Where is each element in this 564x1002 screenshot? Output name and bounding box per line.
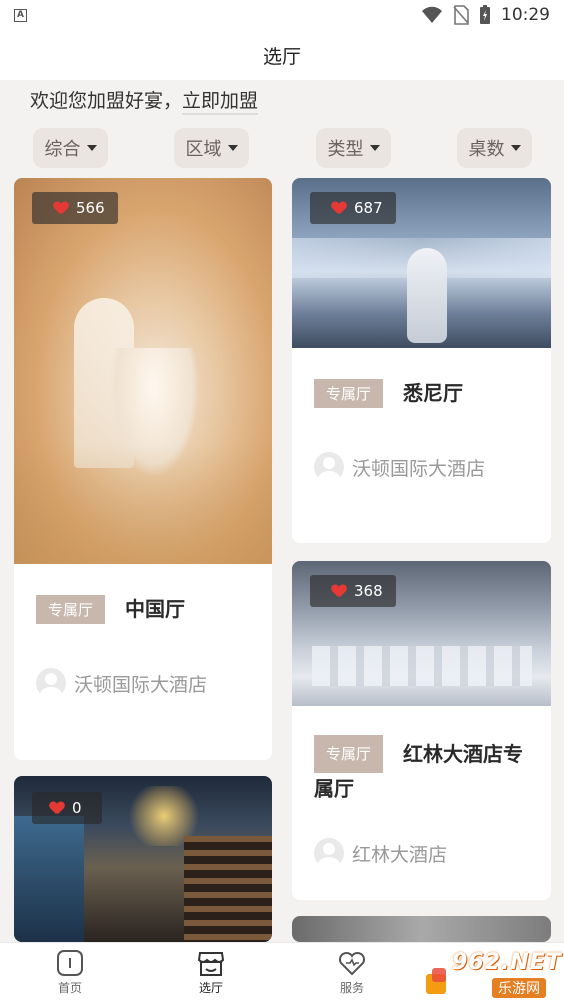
filter-label: 类型 bbox=[327, 139, 364, 160]
status-bar: A 10:29 bbox=[0, 0, 564, 30]
avatar-icon bbox=[36, 668, 66, 698]
welcome-banner: 欢迎您加盟好宴，立即加盟 bbox=[30, 86, 259, 115]
photo-decor bbox=[312, 646, 532, 686]
hotel-row[interactable]: 沃顿国际大酒店 bbox=[314, 452, 485, 482]
venue-icon bbox=[197, 952, 225, 976]
hotel-name: 沃顿国际大酒店 bbox=[74, 673, 208, 696]
hotel-name: 沃顿国际大酒店 bbox=[352, 457, 486, 480]
heart-icon bbox=[332, 585, 346, 598]
hotel-name: 红林大酒店 bbox=[352, 843, 448, 866]
filter-label: 综合 bbox=[44, 139, 81, 160]
like-count: 0 bbox=[72, 799, 82, 817]
heart-icon bbox=[50, 802, 64, 815]
clock: 10:29 bbox=[501, 5, 550, 25]
dropdown-arrow-icon bbox=[510, 145, 521, 151]
no-sim-icon bbox=[453, 5, 469, 25]
home-icon bbox=[57, 950, 83, 976]
hall-card[interactable]: 687 专属厅 悉尼厅 沃顿国际大酒店 bbox=[292, 178, 551, 543]
page-title: 选厅 bbox=[262, 45, 301, 68]
photo-figure bbox=[407, 248, 447, 343]
filter-bar: 综合 区域 类型 桌数 bbox=[0, 128, 564, 168]
hall-card[interactable]: 0 bbox=[14, 776, 272, 942]
tab-home[interactable]: 首页 bbox=[25, 949, 115, 996]
title-bar: 选厅 bbox=[0, 30, 564, 80]
tab-label: 首页 bbox=[57, 981, 82, 995]
hall-info: 专属厅 红林大酒店专属厅 bbox=[314, 735, 533, 804]
hotel-row[interactable]: 红林大酒店 bbox=[314, 838, 447, 868]
tab-hall[interactable]: 选厅 bbox=[166, 949, 256, 996]
dropdown-arrow-icon bbox=[86, 145, 97, 151]
exclusive-tag: 专属厅 bbox=[36, 594, 106, 624]
exclusive-tag: 专属厅 bbox=[314, 378, 384, 408]
filter-comprehensive[interactable]: 综合 bbox=[33, 128, 108, 168]
hall-name: 中国厅 bbox=[125, 597, 186, 621]
photo-window bbox=[14, 816, 84, 942]
filter-tables[interactable]: 桌数 bbox=[457, 128, 532, 168]
avatar-icon bbox=[314, 838, 344, 868]
notification-a-icon: A bbox=[14, 8, 27, 22]
filter-type[interactable]: 类型 bbox=[316, 128, 391, 168]
site-watermark: 962.NET 乐游网 bbox=[424, 948, 562, 998]
hall-name: 悉尼厅 bbox=[403, 381, 464, 405]
like-count: 687 bbox=[354, 199, 383, 217]
filter-label: 区域 bbox=[185, 139, 222, 160]
hotel-row[interactable]: 沃顿国际大酒店 bbox=[36, 668, 207, 698]
exclusive-tag: 专属厅 bbox=[314, 735, 384, 773]
photo-bar-shelf bbox=[184, 836, 272, 942]
heart-icon bbox=[332, 202, 346, 215]
hall-info: 专属厅 悉尼厅 bbox=[314, 378, 533, 408]
status-right: 10:29 bbox=[421, 5, 550, 25]
service-heart-icon bbox=[338, 951, 366, 976]
watermark-sub: 乐游网 bbox=[492, 978, 546, 998]
tab-label: 选厅 bbox=[198, 981, 223, 995]
like-badge[interactable]: 687 bbox=[310, 192, 396, 224]
hall-card[interactable]: 368 专属厅 红林大酒店专属厅 红林大酒店 bbox=[292, 561, 551, 900]
hall-photo bbox=[292, 916, 551, 942]
like-badge[interactable]: 0 bbox=[32, 792, 102, 824]
join-link[interactable]: 立即加盟 bbox=[182, 90, 259, 115]
hall-card[interactable]: 566 专属厅 中国厅 沃顿国际大酒店 bbox=[14, 178, 272, 760]
filter-area[interactable]: 区域 bbox=[174, 128, 249, 168]
hall-info: 专属厅 中国厅 bbox=[36, 594, 254, 624]
like-badge[interactable]: 368 bbox=[310, 575, 396, 607]
dropdown-arrow-icon bbox=[369, 145, 380, 151]
filter-label: 桌数 bbox=[468, 139, 505, 160]
like-badge[interactable]: 566 bbox=[32, 192, 118, 224]
heart-icon bbox=[54, 202, 68, 215]
like-count: 368 bbox=[354, 582, 383, 600]
tab-service[interactable]: 服务 bbox=[307, 949, 397, 996]
hall-card[interactable] bbox=[292, 916, 551, 942]
tab-label: 服务 bbox=[339, 981, 364, 995]
hall-photo bbox=[14, 178, 272, 564]
avatar-icon bbox=[314, 452, 344, 482]
watermark-brand: 962.NET bbox=[452, 950, 562, 975]
dropdown-arrow-icon bbox=[227, 145, 238, 151]
photo-shade bbox=[14, 444, 272, 564]
like-count: 566 bbox=[76, 199, 105, 217]
wifi-icon bbox=[422, 6, 442, 23]
welcome-text: 欢迎您加盟好宴， bbox=[30, 90, 183, 112]
status-left: A bbox=[14, 8, 27, 22]
battery-icon bbox=[480, 5, 490, 24]
